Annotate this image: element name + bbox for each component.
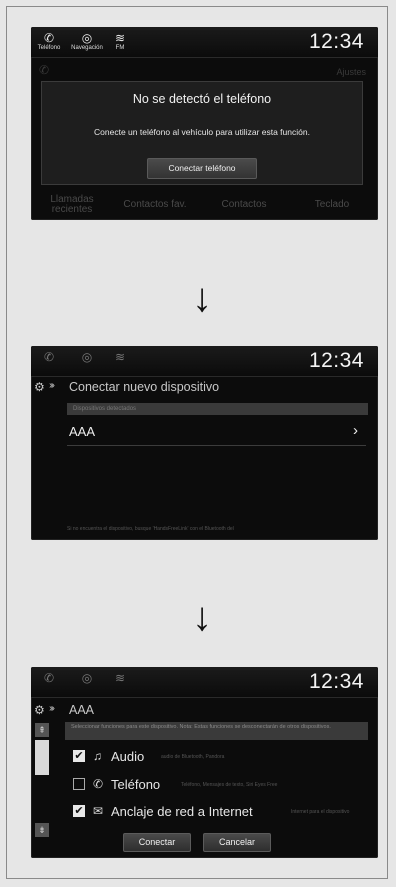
phone-source[interactable]: ✆	[31, 350, 67, 364]
tab-contacts[interactable]: Contactos	[209, 190, 279, 220]
breadcrumb-chevrons-icon: ›››	[49, 380, 55, 391]
footnote: Si no encuentra el dispositivo, busque '…	[67, 526, 234, 532]
fm-source[interactable]: ≋ FM	[105, 31, 135, 51]
phone-icon: ✆	[43, 671, 55, 685]
screen-no-phone: ✆ Teléfono ◎ Navegación ≋ FM 12:34 ✆ Aju…	[31, 27, 378, 220]
chevron-right-icon: ›	[353, 422, 358, 439]
phone-label: Teléfono	[37, 45, 61, 51]
status-bar: ✆ ◎ ≋ 12:34	[31, 346, 378, 377]
gear-icon[interactable]: ⚙	[34, 703, 45, 717]
breadcrumb-chevrons-icon: ›››	[49, 703, 55, 714]
option-label: Audio	[111, 749, 145, 764]
page-title: AAA	[69, 703, 95, 717]
checkbox-checked-icon[interactable]: ✔	[73, 750, 85, 762]
info-strip: Seleccionar funciones para este disposit…	[65, 722, 368, 740]
option-phone[interactable]: ✆ Teléfono Teléfono, Mensajes de texto, …	[73, 775, 370, 795]
checkbox-checked-icon[interactable]: ✔	[73, 805, 85, 817]
scrollbar[interactable]: ⇞ ⇟	[35, 723, 49, 839]
fm-label: FM	[115, 45, 125, 51]
device-name: AAA	[69, 424, 96, 439]
phone-icon: ✆	[43, 350, 55, 364]
music-note-icon: ♫	[93, 749, 102, 763]
dialog-title: No se detectó el teléfono	[132, 92, 272, 106]
radio-icon: ≋	[114, 31, 126, 45]
tab-keypad[interactable]: Teclado	[297, 190, 367, 220]
detected-devices-header: Dispositivos detectados	[67, 403, 368, 415]
connect-phone-button[interactable]: Conectar teléfono	[147, 158, 257, 179]
down-arrow-2: ↓	[192, 595, 212, 639]
header: ⚙ ››› AAA	[31, 700, 378, 720]
navigation-icon: ◎	[81, 671, 93, 685]
screen-connect-device: ✆ ◎ ≋ 12:34 ⚙ ››› Conectar nuevo disposi…	[31, 346, 378, 540]
down-arrow-1: ↓	[192, 276, 212, 320]
phone-source[interactable]: ✆ Teléfono	[31, 31, 67, 51]
option-label: Anclaje de red a Internet	[111, 804, 253, 819]
status-bar: ✆ Teléfono ◎ Navegación ≋ FM 12:34	[31, 27, 378, 58]
phone-icon: ✆	[43, 31, 55, 45]
gear-icon[interactable]: ⚙	[34, 380, 45, 394]
phone-source[interactable]: ✆	[31, 671, 67, 685]
phone-ghost-icon: ✆	[39, 63, 50, 77]
no-phone-dialog: No se detectó el teléfono Conecte un tel…	[41, 81, 363, 185]
header: ⚙ ››› Conectar nuevo dispositivo	[31, 377, 378, 397]
navigation-icon: ◎	[81, 31, 93, 45]
connect-button[interactable]: Conectar	[123, 833, 191, 852]
radio-icon: ≋	[114, 350, 126, 364]
scroll-thumb[interactable]	[35, 740, 49, 775]
phone-tabs: Llamadas recientes Contactos fav. Contac…	[31, 190, 378, 220]
cancel-button[interactable]: Cancelar	[203, 833, 271, 852]
fm-source[interactable]: ≋	[105, 671, 135, 685]
mail-icon: ✉	[93, 804, 104, 818]
checkbox-unchecked-icon[interactable]	[73, 778, 85, 790]
option-label: Teléfono	[111, 777, 161, 792]
scroll-up-icon[interactable]: ⇞	[35, 723, 49, 737]
option-tethering[interactable]: ✔ ✉ Anclaje de red a Internet Internet p…	[73, 802, 370, 822]
option-desc: Internet para el dispositivo	[291, 809, 350, 815]
device-list-item[interactable]: AAA ›	[67, 419, 366, 446]
navigation-icon: ◎	[81, 350, 93, 364]
dialog-message: Conecte un teléfono al vehículo para uti…	[94, 127, 310, 137]
nav-source[interactable]: ◎	[67, 350, 107, 364]
option-audio[interactable]: ✔ ♫ Audio audio de Bluetooth, Pandora	[73, 747, 370, 767]
screen-device-functions: ✆ ◎ ≋ 12:34 ⚙ ››› AAA Seleccionar funcio…	[31, 667, 378, 858]
page-title: Conectar nuevo dispositivo	[69, 380, 220, 394]
clock: 12:34	[308, 30, 364, 53]
fm-source[interactable]: ≋	[105, 350, 135, 364]
tab-favorites[interactable]: Contactos fav.	[115, 190, 195, 220]
option-desc: audio de Bluetooth, Pandora	[161, 754, 225, 760]
settings-ghost: Ajustes	[336, 67, 366, 77]
phone-icon: ✆	[93, 777, 104, 791]
tab-recent-calls[interactable]: Llamadas recientes	[37, 190, 107, 220]
nav-source[interactable]: ◎	[67, 671, 107, 685]
clock: 12:34	[308, 670, 364, 693]
radio-icon: ≋	[114, 671, 126, 685]
status-bar: ✆ ◎ ≋ 12:34	[31, 667, 378, 698]
option-desc: Teléfono, Mensajes de texto, Siri Eyes F…	[181, 782, 278, 788]
clock: 12:34	[308, 349, 364, 372]
nav-source[interactable]: ◎ Navegación	[67, 31, 107, 51]
nav-label: Navegación	[71, 45, 103, 51]
scroll-down-icon[interactable]: ⇟	[35, 823, 49, 837]
